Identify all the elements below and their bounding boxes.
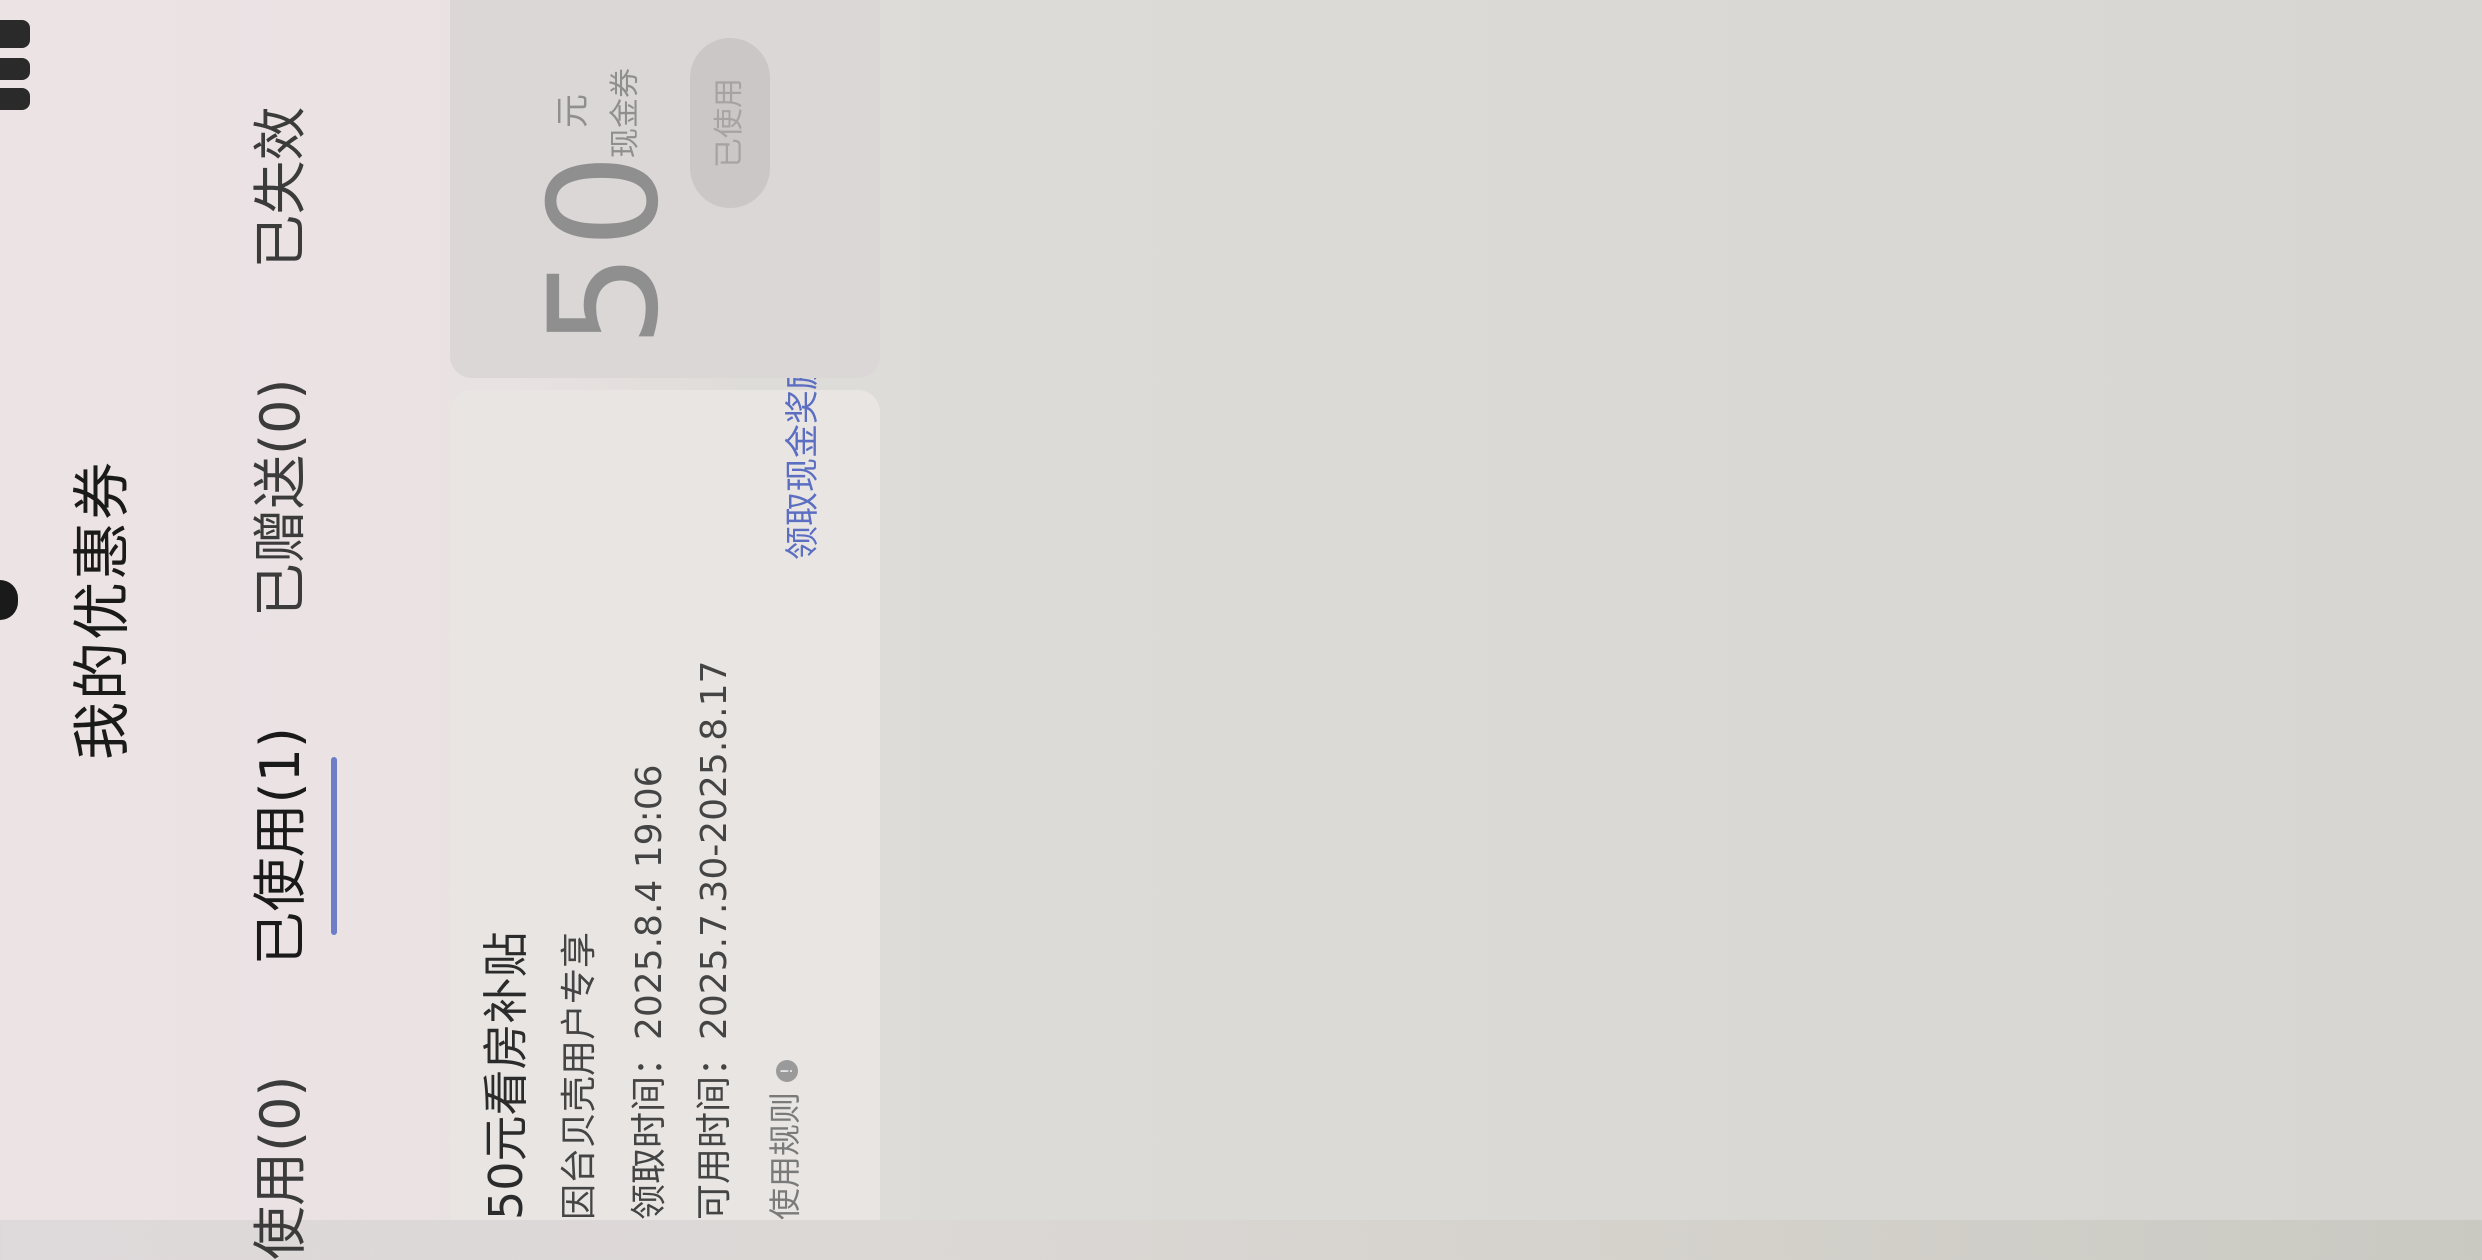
- coupon-valid-time: 可用时间：2025.7.30-2025.8.17: [685, 661, 737, 1220]
- tab-expired[interactable]: 已失效: [236, 107, 315, 269]
- tab-gifted[interactable]: 已赠送(0): [236, 379, 315, 618]
- tab-used[interactable]: 已使用(1): [236, 727, 315, 966]
- coupon-card-details: 50元看房补贴 因台贝壳用户专享 领取时间：2025.8.4 19:06 可用时…: [450, 390, 880, 1220]
- coupon-scope: 因台贝壳用户专享: [550, 932, 602, 1220]
- camera-notch-icon: [0, 580, 18, 620]
- claim-cash-reward-link[interactable]: 领取现金奖励: [775, 356, 824, 560]
- tab-unused[interactable]: 使用(0): [236, 1076, 315, 1260]
- coupon-card-value: 50 元 现金券 已使用: [450, 0, 880, 378]
- coupon-rules-link[interactable]: 使用规则!: [760, 1060, 806, 1220]
- coupon-title: 50元看房补贴: [470, 931, 536, 1220]
- coupon-rules-label: 使用规则: [766, 1092, 804, 1220]
- phone-screen: 我的优惠券 使用(0) 已使用(1) 已赠送(0) 已失效 50元看房补贴 因台…: [0, 0, 2482, 1220]
- coupon-receive-time: 领取时间：2025.8.4 19:06: [620, 764, 672, 1220]
- used-status-button[interactable]: 已使用: [690, 38, 770, 208]
- coupon-amount: 50: [530, 149, 680, 348]
- status-bar-icon: [0, 0, 36, 130]
- info-icon: !: [776, 1060, 798, 1082]
- coupon-unit: 元: [545, 94, 594, 128]
- coupon-type: 现金券: [600, 68, 644, 158]
- coupon-tabs: 使用(0) 已使用(1) 已赠送(0) 已失效: [230, 0, 320, 1260]
- page-title: 我的优惠券: [55, 0, 139, 1220]
